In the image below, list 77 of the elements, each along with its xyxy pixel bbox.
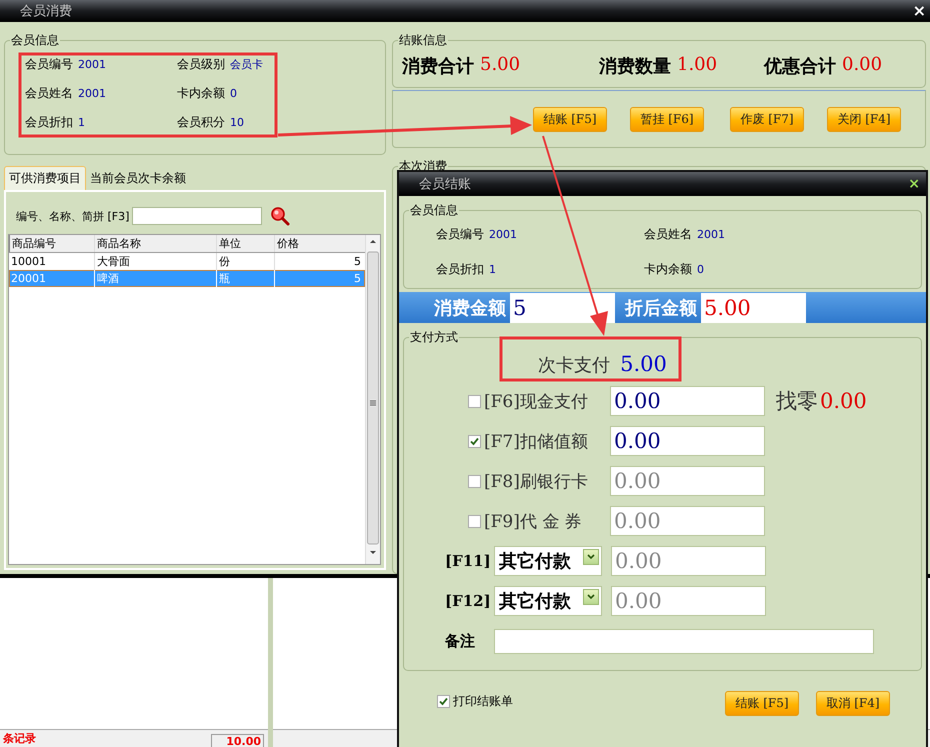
field-label: 会员积分 <box>177 114 225 131</box>
group-title: 会员信息 <box>11 33 59 47</box>
action-button[interactable]: 结账 [F5] <box>725 691 799 716</box>
column-header[interactable]: 商品编号 <box>9 235 94 252</box>
search-icon[interactable] <box>270 206 290 226</box>
table-cell: 瓶 <box>216 270 274 287</box>
payment-label: [F6]现金支付 <box>484 390 588 412</box>
dialog-title: 会员结账 <box>419 176 471 193</box>
field-value: 2001 <box>697 228 725 241</box>
amount-field[interactable]: 5.00 <box>701 292 806 322</box>
remark-field[interactable] <box>494 628 874 654</box>
field-label: 会员编号 <box>436 226 484 243</box>
action-button[interactable]: 关闭 [F4] <box>827 106 901 132</box>
checkbox[interactable] <box>437 695 450 708</box>
field-value: 0 <box>230 87 237 100</box>
field-label: 会员级别 <box>177 56 225 73</box>
checkbox-label: 打印结账单 <box>453 693 513 710</box>
total-label: 优惠合计 <box>764 55 836 78</box>
field-label: 卡内余额 <box>177 85 225 102</box>
scrollbar[interactable] <box>365 235 380 564</box>
close-button[interactable]: × <box>912 3 926 19</box>
field-value: 2001 <box>78 58 106 71</box>
change-label: 找零 <box>776 388 818 415</box>
field-label: 会员折扣 <box>25 114 73 131</box>
shortcut-label: [F11] <box>445 552 491 570</box>
field-value: 10 <box>230 116 244 129</box>
action-button[interactable]: 作废 [F7] <box>730 106 804 132</box>
amount-label: 消费金额 <box>434 296 506 320</box>
field-value: 1 <box>489 263 496 276</box>
field-value: 2001 <box>78 87 106 100</box>
action-button[interactable]: 取消 [F4] <box>816 691 890 716</box>
close-button[interactable]: × <box>908 176 920 192</box>
window-title: 会员消费 <box>20 3 72 20</box>
group-title: 结账信息 <box>399 33 447 47</box>
record-count: 条记录 <box>3 731 36 747</box>
amount-input[interactable]: 0.00 <box>610 426 765 456</box>
payment-label: [F8]刷银行卡 <box>484 470 588 492</box>
field-label: 会员姓名 <box>644 226 692 243</box>
payment-label: [F7]扣储值额 <box>484 430 588 452</box>
table-cell-text: 10001 <box>10 254 47 270</box>
total-amount: 10.00 <box>211 734 264 747</box>
search-field[interactable] <box>132 207 262 225</box>
change-value: 0.00 <box>820 389 867 413</box>
search-label: 编号、名称、简拼 [F3] <box>16 208 130 224</box>
field-value: 1 <box>78 116 85 129</box>
table-cell-text: 20001 <box>10 271 47 287</box>
payment-label: [F9]代 金 券 <box>484 510 582 532</box>
tab[interactable]: 当前会员次卡余额 <box>86 167 190 190</box>
field-label: 会员姓名 <box>25 85 73 102</box>
total-value: 5.00 <box>480 54 520 77</box>
field-label: 卡内余额 <box>644 261 692 278</box>
tab[interactable]: 可供消费项目 <box>4 166 86 190</box>
column-header[interactable]: 单位 <box>216 235 274 252</box>
field-value: 2001 <box>489 228 517 241</box>
group-title: 支付方式 <box>410 330 458 344</box>
group-title: 会员信息 <box>410 203 458 217</box>
amount-input[interactable]: 0.00 <box>610 386 765 416</box>
total-value: 1.00 <box>677 54 718 77</box>
field-value: 0 <box>697 263 704 276</box>
amount-field[interactable]: 5 <box>510 292 615 322</box>
action-button[interactable]: 结账 [F5] <box>533 106 607 132</box>
card-payment-value: 5.00 <box>620 352 667 376</box>
field-label: 会员编号 <box>25 56 73 73</box>
column-header[interactable]: 商品名称 <box>94 235 216 252</box>
checkbox[interactable] <box>468 394 481 408</box>
table-cell: 啤酒 <box>94 270 216 287</box>
remark-label: 备注 <box>445 632 475 650</box>
total-value: 0.00 <box>842 54 882 77</box>
shortcut-label: [F12] <box>445 592 491 610</box>
total-label: 消费数量 <box>599 55 671 78</box>
total-label: 消费合计 <box>402 55 474 78</box>
field-label: 会员折扣 <box>436 261 484 278</box>
action-button[interactable]: 暂挂 [F6] <box>630 106 704 132</box>
field-value: 会员卡 <box>230 57 263 72</box>
checkbox[interactable] <box>468 434 481 448</box>
card-payment-label: 次卡支付 <box>538 354 610 377</box>
amount-label: 折后金额 <box>625 296 697 320</box>
